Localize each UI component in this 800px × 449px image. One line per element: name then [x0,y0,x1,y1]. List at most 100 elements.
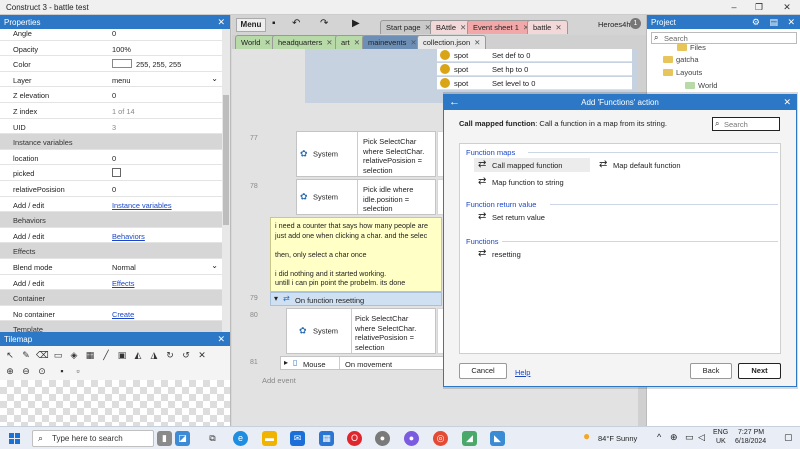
condition-system-1[interactable]: ✿ System Pick SelectChar where SelectCha… [296,131,436,177]
property-section[interactable]: Container [0,290,230,306]
close-icon[interactable]: ✕ [410,38,416,47]
volume-icon[interactable]: ◁ [698,432,705,443]
property-row[interactable]: Z index 1 of 14 [0,103,230,119]
property-link[interactable]: Instance variables [112,201,172,210]
property-row[interactable]: Z elevation 0 [0,87,230,103]
property-row[interactable]: Angle 0 [0,25,230,41]
color-swatch[interactable] [112,59,132,69]
menu-button[interactable]: Menu [236,18,266,32]
property-row[interactable]: Color 255, 255, 255 [0,56,230,72]
property-row[interactable]: Layer menu ⌄ [0,72,230,88]
property-row[interactable]: UID 3 [0,119,230,135]
tab-sub[interactable]: collection.json ✕ [417,35,487,49]
zoom-out-icon[interactable]: ⊖ [20,365,32,377]
collapse-icon[interactable]: ▾ [274,294,278,303]
property-row[interactable]: relativePosision 0 [0,181,230,197]
property-link[interactable]: Behaviors [112,232,145,241]
chrome-icon[interactable]: ◎ [433,431,448,446]
eraser-icon[interactable]: ⌫ [36,349,49,361]
close-icon[interactable]: ✕ [780,2,794,13]
battery-icon[interactable]: ▭ [685,432,694,443]
tilemap-canvas[interactable] [0,380,230,426]
collapse-icon[interactable]: ▸ [284,358,288,367]
scroll-thumb[interactable] [223,95,229,225]
tab-sub[interactable]: headquarters ✕ [272,35,339,49]
fill-icon[interactable]: ◈ [68,349,80,361]
weather-text[interactable]: 84°F Sunny [598,434,637,443]
restore-icon[interactable]: ❐ [752,2,766,13]
property-link[interactable]: Effects [112,279,134,288]
close-icon[interactable]: ✕ [474,38,480,47]
condition-system-3[interactable]: ✿ System Pick SelectChar where SelectCha… [286,308,436,354]
grid-icon[interactable]: ▦ [84,349,96,361]
chevron-down-icon[interactable]: ⌄ [211,74,218,83]
app-icon[interactable]: ◣ [490,431,505,446]
line-icon[interactable]: ╱ [100,349,112,361]
tree-item-world[interactable]: World [685,81,717,90]
close-icon[interactable]: ✕ [787,17,795,28]
property-row[interactable]: Add / edit Behaviors [0,228,230,244]
property-section[interactable]: Effects [0,243,230,259]
close-icon[interactable]: ✕ [326,38,332,47]
tab-top[interactable]: battle ✕ [527,20,568,34]
tree-item-gatcha[interactable]: gatcha [663,55,699,64]
rotate-ccw-icon[interactable]: ↺ [180,349,192,361]
task-view-icon[interactable]: ⧉ [205,431,220,446]
close-icon[interactable]: ✕ [460,23,466,32]
clock-date[interactable]: 6/18/2024 [735,438,766,445]
save-icon[interactable]: ▪ [56,365,68,377]
mouse-event[interactable]: ▸ ▯ Mouse On movement [280,356,460,370]
chevron-down-icon[interactable]: ⌄ [211,261,218,270]
tab-top[interactable]: BAttle ✕ [430,20,473,34]
property-row[interactable]: location 0 [0,150,230,166]
clear-icon[interactable]: ✕ [196,349,208,361]
function-event[interactable]: ▾ ⇄ On function resetting [270,292,442,306]
property-row[interactable]: No container Create [0,306,230,322]
dialog-search-input[interactable]: ⌕ Search [712,117,780,131]
tab-top[interactable]: Start page ✕ [380,20,437,34]
property-link[interactable]: Create [112,310,134,319]
action-row[interactable]: spot Set def to 0 [437,49,632,62]
stamp-icon[interactable]: ▣ [116,349,128,361]
property-row[interactable]: Add / edit Instance variables [0,197,230,213]
property-row[interactable]: Opacity 100% [0,41,230,57]
taskbar-search-input[interactable]: ⌕ Type here to search [32,430,154,447]
save-icon[interactable]: ▪ [272,18,276,29]
edge-icon[interactable]: e [233,431,248,446]
next-button[interactable]: Next [738,363,781,379]
folder-icon[interactable]: ▫ [72,365,84,377]
property-section[interactable]: Behaviors [0,212,230,228]
tree-item-layouts[interactable]: Layouts [663,68,702,77]
app-icon[interactable]: ● [375,431,390,446]
widgets-icon[interactable]: ◪ [175,431,190,446]
minimize-icon[interactable]: – [727,2,741,13]
property-row[interactable]: Blend mode Normal ⌄ [0,259,230,275]
zoom-reset-icon[interactable]: ⊙ [36,365,48,377]
rectangle-icon[interactable]: ▭ [52,349,64,361]
play-icon[interactable]: ▶ [352,18,360,29]
action-row[interactable]: spot Set level to 0 [437,77,632,90]
app-icon[interactable]: ▮ [157,431,172,446]
tab-sub[interactable]: mainevents ✕ [362,35,423,49]
close-icon[interactable]: ✕ [217,334,225,345]
notification-badge[interactable]: 1 [630,18,641,29]
pointer-icon[interactable]: ↖ [4,349,16,361]
action-call-mapped-function[interactable]: ⇄ Call mapped function [474,158,590,172]
help-link[interactable]: Help [515,368,530,377]
property-row[interactable]: Add / edit Effects [0,275,230,291]
mail-icon[interactable]: ✉ [290,431,305,446]
property-row[interactable]: picked [0,165,230,181]
property-section[interactable]: Template [0,321,230,332]
clock-time[interactable]: 7:27 PM [738,429,764,436]
action-set-return-value[interactable]: ⇄ Set return value [474,210,590,224]
store-icon[interactable]: ▦ [319,431,334,446]
opera-icon[interactable]: O [347,431,362,446]
close-icon[interactable]: ✕ [264,38,270,47]
comment-block[interactable]: i need a counter that says how many peop… [270,217,442,292]
close-icon[interactable]: ✕ [354,38,360,47]
app-icon[interactable]: ● [404,431,419,446]
undo-icon[interactable]: ↶ [292,18,300,29]
windows-start-icon[interactable] [9,433,20,444]
flip-icon[interactable]: ◮ [148,349,160,361]
cancel-button[interactable]: Cancel [459,363,507,379]
